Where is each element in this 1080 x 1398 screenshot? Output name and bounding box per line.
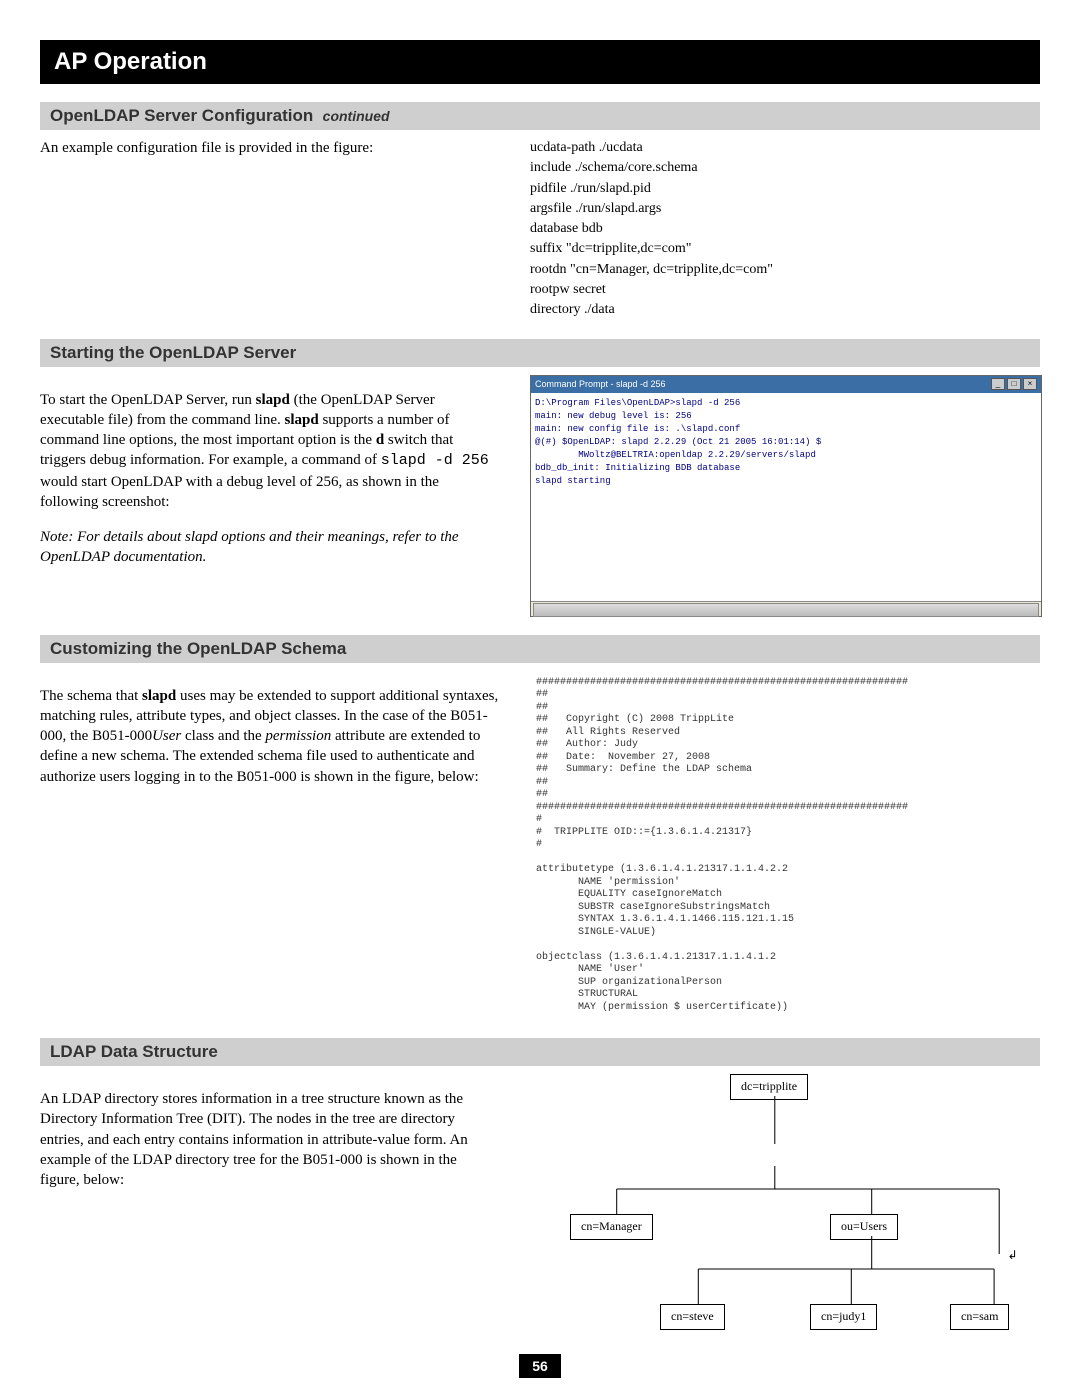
cfg-line: suffix "dc=tripplite,dc=com" bbox=[530, 239, 1040, 259]
structure-paragraph: An LDAP directory stores information in … bbox=[40, 1089, 500, 1190]
page-header: AP Operation bbox=[40, 40, 1040, 84]
section-title-text: OpenLDAP Server Configuration bbox=[50, 106, 313, 125]
node-cn-judy1: cn=judy1 bbox=[810, 1304, 877, 1329]
txt: The schema that bbox=[40, 688, 142, 704]
bold-slapd: slapd bbox=[142, 688, 176, 704]
ital-permission: permission bbox=[265, 728, 331, 744]
scroll-track[interactable] bbox=[533, 603, 1039, 617]
bold-slapd: slapd bbox=[284, 412, 318, 428]
start-paragraph: To start the OpenLDAP Server, run slapd … bbox=[40, 390, 500, 513]
section-start-server: Starting the OpenLDAP Server bbox=[40, 339, 1040, 367]
cfg-line: pidfile ./run/slapd.pid bbox=[530, 179, 1040, 199]
bold-d: d bbox=[376, 432, 384, 448]
status-bar bbox=[531, 601, 1041, 616]
node-cn-sam: cn=sam bbox=[950, 1304, 1009, 1329]
node-ou-users: ou=Users bbox=[830, 1214, 898, 1239]
txt: class and the bbox=[181, 728, 265, 744]
section-openldap-config: OpenLDAP Server Configuration continued bbox=[40, 102, 1040, 130]
section-ldap-structure: LDAP Data Structure bbox=[40, 1038, 1040, 1066]
node-cn-manager: cn=Manager bbox=[570, 1214, 653, 1239]
schema-paragraph: The schema that slapd uses may be extend… bbox=[40, 686, 500, 787]
cfg-line: database bdb bbox=[530, 219, 1040, 239]
page-number: 56 bbox=[519, 1354, 561, 1378]
window-title: Command Prompt - slapd -d 256 bbox=[535, 378, 666, 391]
cfg-line: argsfile ./run/slapd.args bbox=[530, 199, 1040, 219]
txt: would start OpenLDAP with a debug level … bbox=[40, 474, 439, 510]
ital-user: User bbox=[152, 728, 181, 744]
maximize-icon[interactable]: □ bbox=[1007, 378, 1021, 390]
txt: To start the OpenLDAP Server, run bbox=[40, 392, 256, 408]
cfg-line: rootpw secret bbox=[530, 280, 1040, 300]
cfg-line: include ./schema/core.schema bbox=[530, 158, 1040, 178]
cfg-line: ucdata-path ./ucdata bbox=[530, 138, 1040, 158]
bold-slapd: slapd bbox=[256, 392, 290, 408]
minimize-icon[interactable]: _ bbox=[991, 378, 1005, 390]
cfg-line: rootdn "cn=Manager, dc=tripplite,dc=com" bbox=[530, 260, 1040, 280]
node-dc-tripplite: dc=tripplite bbox=[730, 1074, 808, 1099]
cmd-text: slapd -d 256 bbox=[381, 452, 489, 469]
schema-figure: ########################################… bbox=[530, 671, 1040, 1021]
svg-text:↲: ↲ bbox=[1007, 1248, 1017, 1262]
node-cn-steve: cn=steve bbox=[660, 1304, 725, 1329]
command-prompt-window: Command Prompt - slapd -d 256 _ □ × D:\P… bbox=[530, 375, 1042, 617]
start-note: Note: For details about slapd options an… bbox=[40, 527, 500, 568]
console-output: D:\Program Files\OpenLDAP>slapd -d 256 m… bbox=[531, 393, 1041, 601]
section-title-continued: continued bbox=[323, 108, 390, 124]
close-icon[interactable]: × bbox=[1023, 378, 1037, 390]
section-schema: Customizing the OpenLDAP Schema bbox=[40, 635, 1040, 663]
dit-tree-figure: dc=com dc=tripplite cn=Manager ou=Users … bbox=[530, 1074, 1040, 1334]
cfg-line: directory ./data bbox=[530, 300, 1040, 320]
config-intro: An example configuration file is provide… bbox=[40, 138, 500, 158]
